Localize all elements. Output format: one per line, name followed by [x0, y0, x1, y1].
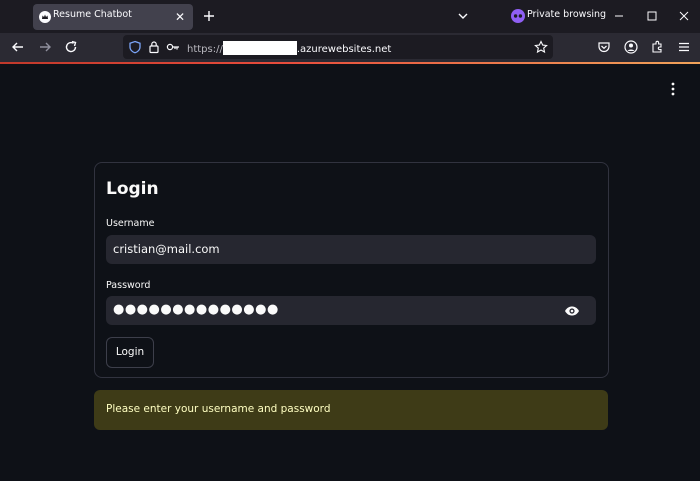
warning-text: Please enter your username and password [106, 403, 331, 415]
private-browsing-icon [511, 9, 525, 23]
url-redacted-block [222, 41, 297, 55]
tab-bar: Resume Chatbot ✕ Private browsing [0, 0, 700, 33]
tab-resume-chatbot[interactable]: Resume Chatbot ✕ [33, 4, 193, 30]
menu-icon[interactable] [677, 40, 691, 54]
password-input[interactable]: ●●●●●●●●●●●●●● [106, 296, 596, 325]
browser-window: Resume Chatbot ✕ Private browsing https:… [0, 0, 700, 481]
username-input[interactable]: cristian@mail.com [106, 235, 596, 264]
private-browsing-label: Private browsing [527, 9, 607, 20]
back-icon[interactable] [11, 40, 25, 54]
lock-icon[interactable] [147, 40, 161, 54]
login-title: Login [106, 179, 159, 199]
window-close-icon[interactable] [677, 9, 691, 23]
password-label: Password [106, 280, 151, 291]
navigation-bar: https://.azurewebsites.net [0, 33, 700, 62]
minimize-icon[interactable] [612, 9, 626, 23]
extensions-icon[interactable] [650, 40, 664, 54]
bookmark-star-icon[interactable] [534, 40, 548, 54]
account-icon[interactable] [624, 40, 638, 54]
warning-alert: Please enter your username and password [94, 390, 608, 430]
chevron-down-icon[interactable] [456, 9, 470, 23]
pocket-icon[interactable] [597, 40, 611, 54]
forward-icon[interactable] [38, 40, 52, 54]
password-value: ●●●●●●●●●●●●●● [113, 302, 279, 317]
tab-title: Resume Chatbot [53, 9, 132, 20]
username-label: Username [106, 218, 155, 229]
eye-icon[interactable] [564, 303, 580, 319]
key-icon[interactable] [166, 40, 180, 54]
shield-icon[interactable] [128, 40, 142, 54]
tab-close-icon[interactable]: ✕ [173, 10, 187, 24]
reload-icon[interactable] [64, 40, 78, 54]
crown-icon [39, 11, 51, 23]
maximize-icon[interactable] [645, 9, 659, 23]
kebab-menu-icon[interactable] [669, 81, 677, 97]
new-tab-plus-icon[interactable] [201, 8, 217, 24]
username-value: cristian@mail.com [113, 242, 220, 256]
page-load-indicator [0, 62, 700, 64]
url-text[interactable]: https://.azurewebsites.net [187, 41, 391, 55]
url-bar[interactable]: https://.azurewebsites.net [123, 35, 553, 59]
login-form: Login Username cristian@mail.com Passwor… [94, 162, 609, 378]
login-button[interactable]: Login [106, 337, 154, 368]
